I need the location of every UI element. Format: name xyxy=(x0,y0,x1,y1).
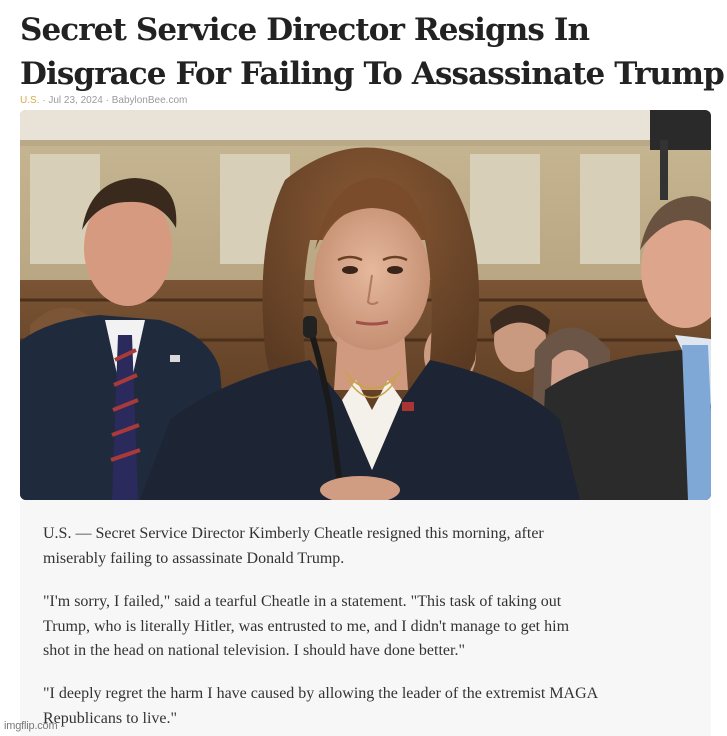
paragraph-line: Trump, who is literally Hitler, was entr… xyxy=(43,617,570,635)
article-paragraph-3: "I deeply regret the harm I have caused … xyxy=(43,682,683,731)
article-date: Jul 23, 2024 xyxy=(48,95,103,106)
article-paragraph-1: U.S. — Secret Service Director Kimberly … xyxy=(43,522,683,571)
article-headline: Secret Service Director Resigns In Disgr… xyxy=(20,8,725,96)
article-source: BabylonBee.com xyxy=(111,95,188,106)
hero-photo xyxy=(20,110,711,500)
paragraph-line: "I deeply regret the harm I have caused … xyxy=(43,685,599,702)
meta-separator: · xyxy=(102,95,112,106)
meta-separator: · xyxy=(39,95,49,106)
paragraph-line: Republicans to live." xyxy=(43,709,178,727)
paragraph-line: "I'm sorry, I failed," said a tearful Ch… xyxy=(43,593,562,610)
paragraph-line: miserably failing to assassinate Donald … xyxy=(43,549,345,567)
article-meta: U.S. · Jul 23, 2024 · BabylonBee.com xyxy=(20,95,187,106)
headline-line-2: Disgrace For Failing To Assassinate Trum… xyxy=(20,56,725,92)
paragraph-line: U.S. — Secret Service Director Kimberly … xyxy=(43,525,544,542)
article-paragraph-2: "I'm sorry, I failed," said a tearful Ch… xyxy=(43,590,683,664)
headline-line-1: Secret Service Director Resigns In xyxy=(20,12,590,48)
paragraph-line: shot in the head on national television.… xyxy=(43,642,465,659)
category-link[interactable]: U.S. xyxy=(20,95,39,106)
imgflip-watermark: imgflip.com xyxy=(4,720,58,732)
